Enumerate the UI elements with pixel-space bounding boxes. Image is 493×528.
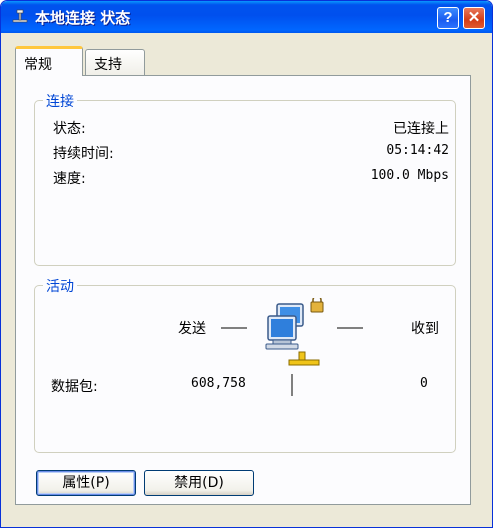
packets-received-value: 0 bbox=[420, 376, 428, 391]
packets-label: 数据包: bbox=[51, 379, 98, 395]
status-value: 已连接上 bbox=[393, 121, 449, 137]
network-computers-icon bbox=[265, 298, 324, 366]
close-button[interactable]: ✕ bbox=[463, 7, 485, 29]
status-dialog: 本地连接 状态 ? ✕ 常规 支持 连接 状态: 已连接上 持续时间: 05:1… bbox=[0, 0, 493, 528]
packets-divider bbox=[291, 374, 293, 396]
packets-sent-value: 608,758 bbox=[191, 376, 246, 391]
status-row: 状态: 已连接上 bbox=[53, 118, 449, 138]
tab-support[interactable]: 支持 bbox=[85, 49, 145, 75]
sent-connector-line bbox=[221, 327, 247, 329]
activity-group: 活动 发送 收到 数据包: 608,758 0 bbox=[34, 276, 456, 453]
received-label: 收到 bbox=[411, 321, 439, 337]
tab-general[interactable]: 常规 bbox=[15, 46, 83, 76]
speed-value: 100.0 Mbps bbox=[370, 168, 449, 183]
connection-group: 连接 状态: 已连接上 持续时间: 05:14:42 速度: 100.0 Mbp… bbox=[34, 91, 456, 266]
speed-row: 速度: 100.0 Mbps bbox=[53, 168, 449, 188]
help-button[interactable]: ? bbox=[437, 7, 459, 29]
duration-label: 持续时间: bbox=[53, 146, 114, 162]
sent-label: 发送 bbox=[178, 321, 206, 337]
received-connector-line bbox=[337, 327, 363, 329]
duration-row: 持续时间: 05:14:42 bbox=[53, 143, 449, 163]
network-connection-icon bbox=[12, 9, 28, 23]
properties-button[interactable]: 属性(P) bbox=[36, 470, 136, 496]
disable-button[interactable]: 禁用(D) bbox=[144, 470, 254, 496]
status-label: 状态: bbox=[53, 121, 86, 137]
title-bar[interactable]: 本地连接 状态 ? ✕ bbox=[1, 1, 492, 33]
tab-panel-general: 连接 状态: 已连接上 持续时间: 05:14:42 速度: 100.0 Mbp… bbox=[15, 75, 471, 505]
connection-legend: 连接 bbox=[43, 91, 77, 111]
activity-legend: 活动 bbox=[43, 276, 77, 296]
speed-label: 速度: bbox=[53, 171, 86, 187]
duration-value: 05:14:42 bbox=[386, 143, 449, 158]
window-title: 本地连接 状态 bbox=[35, 9, 131, 27]
